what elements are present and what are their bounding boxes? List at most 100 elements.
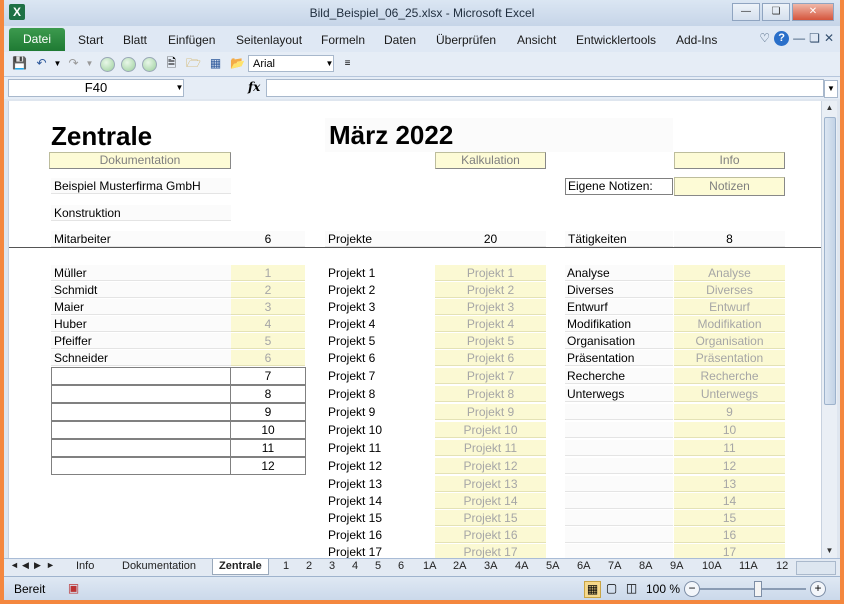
folder-icon[interactable]: 📂 (230, 56, 245, 71)
empty-activity-cell[interactable] (565, 458, 673, 474)
tab-ansicht[interactable]: Ansicht (517, 33, 556, 47)
sheet-tab[interactable]: 2A (453, 560, 466, 572)
last-sheet-icon[interactable]: ► (46, 560, 55, 570)
empty-employee-cell[interactable] (51, 367, 231, 385)
sheet-tab[interactable]: 5A (546, 560, 559, 572)
activity-name: Diverses (565, 282, 673, 298)
help-icon[interactable]: ? (774, 31, 790, 46)
table-icon[interactable]: ▦ (208, 56, 223, 71)
empty-activity-cell[interactable] (565, 440, 673, 456)
sheet-tab[interactable]: 1 (283, 560, 289, 572)
empty-employee-cell[interactable] (51, 403, 231, 421)
employee-number: 5 (231, 333, 305, 349)
sheet-tab[interactable]: 5 (375, 560, 381, 572)
tab-datei[interactable]: Datei (9, 28, 65, 51)
ribbon-restore-icon[interactable]: ❏ (809, 31, 820, 46)
font-dropdown-icon[interactable]: ▼ (322, 56, 337, 71)
empty-activity-cell[interactable] (565, 544, 673, 558)
redo-icon[interactable]: ↷ (66, 56, 81, 71)
vertical-scrollbar[interactable]: ▲ ▼ (821, 101, 837, 558)
first-sheet-icon[interactable]: ◄ (10, 560, 19, 570)
sheet-tab-active[interactable]: Zentrale (212, 559, 269, 575)
sheet-tab[interactable]: 6 (398, 560, 404, 572)
macro-record-icon[interactable]: ▣ (66, 581, 81, 596)
page-break-view-icon[interactable]: ◫ (624, 581, 639, 596)
macro-circle-icon[interactable] (100, 57, 115, 72)
sheet-tab[interactable]: 1A (423, 560, 436, 572)
restore-icon[interactable]: ❏ (762, 3, 790, 21)
macro-circle-icon[interactable] (121, 57, 136, 72)
tab-seitenlayout[interactable]: Seitenlayout (236, 33, 302, 47)
close-icon[interactable]: ✕ (792, 3, 834, 21)
favorite-icon[interactable]: ♡ (759, 31, 770, 46)
tab-entwicklertools[interactable]: Entwicklertools (576, 33, 656, 47)
minimize-icon[interactable]: — (732, 3, 760, 21)
name-box[interactable]: F40 (8, 79, 184, 97)
prev-sheet-icon[interactable]: ◀ (22, 560, 29, 571)
empty-activity-cell[interactable] (565, 527, 673, 543)
expand-formula-icon[interactable]: ▼ (824, 80, 838, 98)
activity-value: 15 (674, 510, 785, 526)
next-sheet-icon[interactable]: ▶ (34, 560, 41, 571)
sheet-tab[interactable]: 9A (670, 560, 683, 572)
normal-view-icon[interactable]: ▦ (584, 581, 601, 598)
worksheet-grid[interactable]: Zentrale März 2022 Dokumentation Kalkula… (8, 101, 822, 558)
empty-employee-cell[interactable] (51, 457, 231, 475)
empty-activity-cell[interactable] (565, 476, 673, 492)
sheet-tab[interactable]: 3A (484, 560, 497, 572)
notizen-button[interactable]: Notizen (674, 177, 785, 196)
insert-function-icon[interactable]: fx (248, 80, 260, 94)
empty-employee-cell[interactable] (51, 439, 231, 457)
scroll-thumb[interactable] (824, 117, 836, 405)
name-box-dropdown-icon[interactable]: ▼ (172, 80, 187, 95)
sheet-tab[interactable]: 8A (639, 560, 652, 572)
sheet-tab[interactable]: 7A (608, 560, 621, 572)
sheet-tab[interactable]: 4A (515, 560, 528, 572)
tab-formeln[interactable]: Formeln (321, 33, 365, 47)
scroll-down-icon[interactable]: ▼ (822, 544, 837, 558)
empty-activity-cell[interactable] (565, 422, 673, 438)
sheet-tab[interactable]: Dokumentation (122, 560, 196, 572)
zoom-out-icon[interactable]: − (684, 581, 700, 597)
sheet-tab[interactable]: 12 (776, 560, 788, 572)
undo-icon[interactable]: ↶ (34, 56, 49, 71)
ribbon-minimize-icon[interactable]: — (793, 31, 805, 46)
sheet-tab[interactable]: 3 (329, 560, 335, 572)
empty-employee-cell[interactable] (51, 421, 231, 439)
customize-toolbar-icon[interactable]: ≡ (340, 56, 355, 71)
open-folder-icon[interactable]: 🗁 (186, 56, 201, 71)
tab-start[interactable]: Start (78, 33, 103, 47)
tab-ueberpruefen[interactable]: Überprüfen (436, 33, 496, 47)
dokumentation-button[interactable]: Dokumentation (49, 152, 231, 169)
sheet-tab[interactable]: 2 (306, 560, 312, 572)
new-document-icon[interactable]: 🗎 (164, 56, 179, 71)
tab-einfuegen[interactable]: Einfügen (168, 33, 215, 47)
tab-add-ins[interactable]: Add-Ins (676, 33, 717, 47)
sheet-tab[interactable]: 4 (352, 560, 358, 572)
ribbon-close-icon[interactable]: ✕ (824, 31, 834, 46)
empty-employee-cell[interactable] (51, 385, 231, 403)
empty-activity-cell[interactable] (565, 493, 673, 509)
macro-circle-icon[interactable] (142, 57, 157, 72)
sheet-tab[interactable]: 6A (577, 560, 590, 572)
sheet-tab[interactable]: Info (76, 560, 94, 572)
horizontal-scrollbar[interactable] (796, 561, 836, 575)
undo-dropdown-icon[interactable]: ▼ (50, 56, 65, 71)
zoom-slider[interactable] (700, 588, 806, 590)
kalkulation-button[interactable]: Kalkulation (435, 152, 546, 169)
zoom-slider-thumb[interactable] (754, 581, 762, 597)
empty-activity-cell[interactable] (565, 404, 673, 420)
empty-activity-cell[interactable] (565, 510, 673, 526)
tab-blatt[interactable]: Blatt (123, 33, 147, 47)
info-button[interactable]: Info (674, 152, 785, 169)
page-layout-view-icon[interactable]: ▢ (604, 581, 619, 596)
redo-dropdown-icon[interactable]: ▼ (82, 56, 97, 71)
formula-input[interactable] (266, 79, 824, 97)
scroll-up-icon[interactable]: ▲ (822, 101, 837, 115)
sheet-tab[interactable]: 10A (702, 560, 722, 572)
zoom-in-icon[interactable]: + (810, 581, 826, 597)
tab-daten[interactable]: Daten (384, 33, 416, 47)
save-icon[interactable]: 💾 (12, 56, 27, 71)
sheet-tab[interactable]: 11A (739, 560, 758, 572)
zoom-level[interactable]: 100 % (646, 582, 680, 596)
